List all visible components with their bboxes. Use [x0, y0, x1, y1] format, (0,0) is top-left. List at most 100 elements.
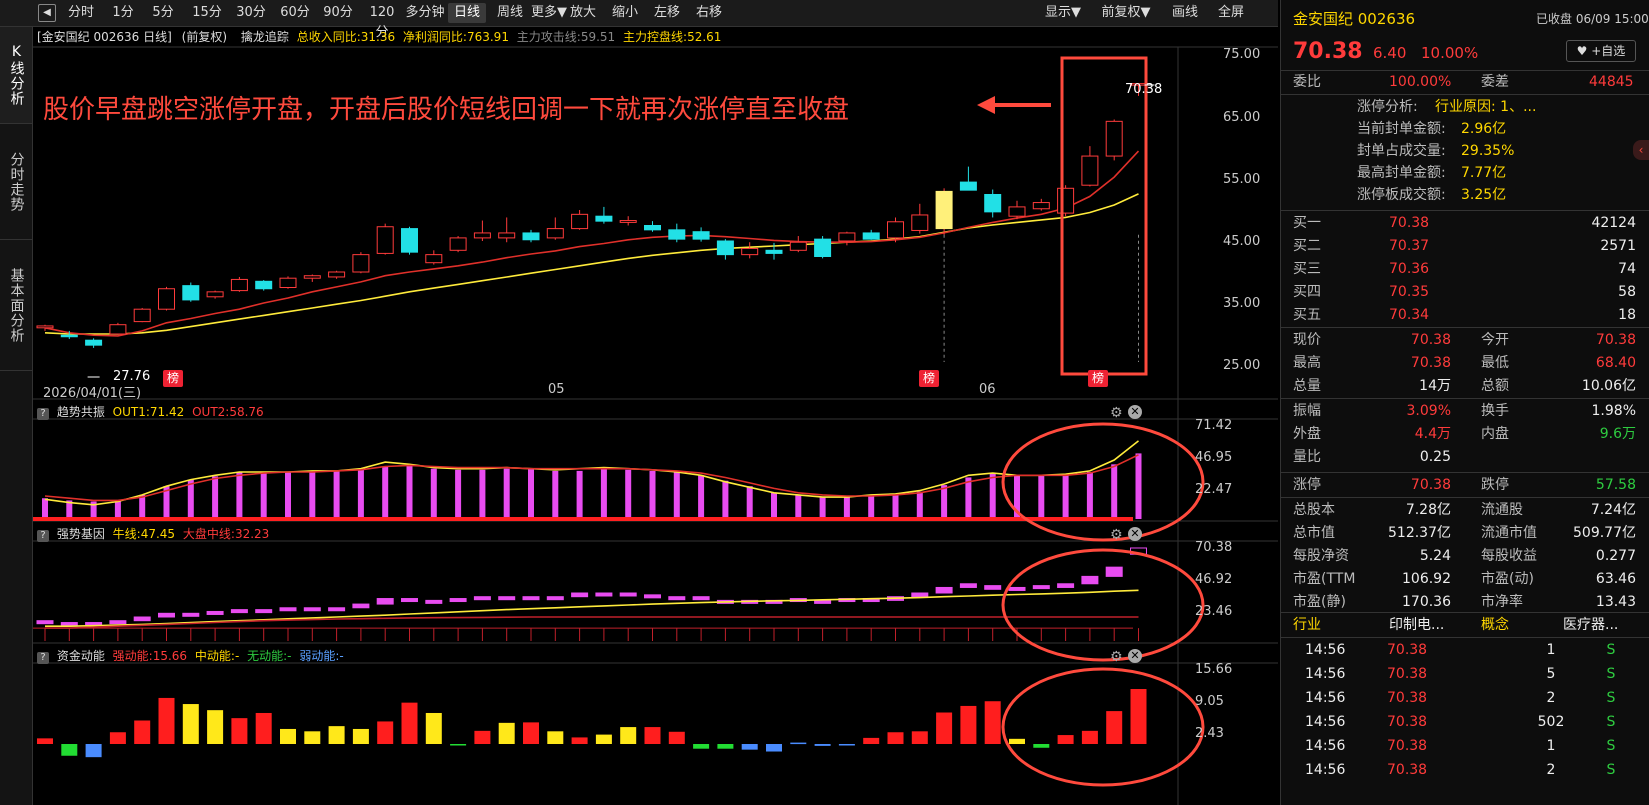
seal-amount-label: 当前封单金额: [1357, 121, 1446, 137]
seal-ratio-value: 29.35% [1461, 143, 1515, 159]
rank-badge[interactable]: 榜 [919, 370, 939, 387]
x-date-label: 05 [548, 382, 565, 397]
quote-value: 7.24亿 [1590, 502, 1636, 518]
period-button[interactable]: 5分 [146, 3, 180, 23]
sub1-out2-line [44, 454, 1139, 502]
period-button[interactable]: 更多▼ [530, 3, 568, 23]
zoom-out-button[interactable]: 缩小 [608, 3, 642, 23]
sub3-bar [717, 744, 734, 749]
ma-red-line [44, 150, 1140, 337]
candle-body [935, 190, 953, 230]
candle-body [206, 291, 224, 298]
candle-body [401, 228, 418, 253]
period-button[interactable]: 日线 [448, 3, 486, 23]
period-button[interactable]: 60分 [276, 3, 314, 23]
sub2-candle [328, 607, 346, 612]
period-button[interactable]: 15分 [188, 3, 226, 23]
tab-fundamental[interactable]: 基本面分析 [0, 240, 32, 371]
candle-body [376, 226, 394, 254]
fullscreen-button[interactable]: 全屏 [1214, 3, 1248, 23]
settings-icon[interactable]: ⚙ [1110, 405, 1123, 421]
sub2-y-tick: 46.92 [1195, 572, 1233, 587]
sub3-bar [814, 744, 831, 746]
collapse-arrow-icon[interactable]: ‹ [1633, 140, 1649, 160]
bid-volume: 74 [1618, 261, 1636, 277]
help-icon[interactable]: ? [37, 408, 49, 420]
y-tick: 25.00 [1223, 358, 1261, 373]
sub2-candle [1057, 583, 1075, 588]
limit-analysis-value[interactable]: 行业原因: 1、... [1435, 96, 1536, 118]
candle-body [1105, 120, 1123, 157]
tab-intraday[interactable]: 分时走势 [0, 124, 32, 240]
weibi-value: 100.00% [1389, 74, 1452, 90]
add-watchlist-button[interactable]: ♥ +自选 [1566, 40, 1636, 62]
close-icon[interactable]: ✕ [1128, 527, 1142, 541]
sub3-bar [450, 744, 467, 746]
sub2-candle [230, 609, 248, 614]
help-icon[interactable]: ? [37, 530, 49, 542]
quote-value: 68.40 [1595, 355, 1636, 371]
close-icon[interactable]: ✕ [1128, 405, 1142, 419]
sub3-bar [401, 702, 418, 744]
tick-time: 14:56 [1305, 642, 1346, 658]
industry-value[interactable]: 印制电... [1389, 614, 1444, 636]
help-icon[interactable]: ? [37, 652, 49, 664]
adjust-dropdown[interactable]: 前复权▼ [1098, 3, 1154, 23]
quote-label: 量比 [1293, 449, 1321, 465]
candle-body [984, 194, 1002, 213]
sub3-bar [498, 722, 515, 744]
sub2-candle [109, 620, 127, 625]
kline-chart-area[interactable]: [金安国纪 002636 日线] (前复权) 擒龙追踪 总收入同比:31.36 … [33, 27, 1278, 805]
y-tick: 35.00 [1223, 296, 1261, 311]
move-right-button[interactable]: 右移 [692, 3, 726, 23]
period-button[interactable]: 90分 [320, 3, 356, 23]
sub3-bar [109, 732, 126, 744]
sub3-bar [1130, 689, 1147, 744]
sub1-bar [625, 469, 632, 519]
tick-time: 14:56 [1305, 666, 1346, 682]
sub3-title: ? 资金动能 强动能:15.66 中动能:- 无动能:- 弱动能:- [33, 647, 344, 665]
sub2-candle [692, 596, 710, 601]
sub1-bar [552, 470, 559, 519]
period-button[interactable]: 分时 [62, 3, 100, 23]
sub1-bar [1086, 471, 1093, 519]
candle-body [741, 247, 759, 256]
candle-body [644, 225, 661, 231]
draw-button[interactable]: 画线 [1168, 3, 1202, 23]
period-button[interactable]: 周线 [492, 3, 528, 23]
quote-value: 170.36 [1402, 594, 1451, 610]
quote-value: 7.28亿 [1405, 502, 1451, 518]
sub2-bull: 牛线:47.45 [112, 527, 176, 541]
concept-value[interactable]: 医疗器... [1563, 614, 1618, 636]
period-button[interactable]: 多分钟 [404, 3, 446, 23]
rank-badge[interactable]: 榜 [163, 370, 183, 387]
quote-value: 3.09% [1406, 403, 1451, 419]
sub1-bar [746, 486, 753, 519]
candle-body [352, 254, 370, 273]
period-button[interactable]: 1分 [106, 3, 140, 23]
move-left-button[interactable]: 左移 [650, 3, 684, 23]
period-button[interactable]: 30分 [232, 3, 270, 23]
toolbar: ◀ 分时 1分 5分 15分 30分 60分 90分 120分 多分钟 日线 周线 更多▼ 放大 缩小… [0, 0, 1278, 40]
left-tab-bar: K线分析 分时走势 基本面分析 [0, 27, 33, 805]
sub3-bar [911, 731, 928, 744]
sub1-bar [382, 466, 389, 519]
panel-toggle-icon[interactable]: ◀ [38, 4, 56, 22]
period-button[interactable]: 120分 [364, 3, 400, 40]
sub2-candle [352, 603, 370, 609]
candle-body [230, 278, 248, 292]
sub3-bar [425, 712, 442, 744]
sub3-bar [182, 704, 199, 744]
sub1-bar [309, 470, 316, 519]
sub3-bar [134, 720, 151, 744]
tab-kline-analysis[interactable]: K线分析 [0, 27, 32, 124]
sub1-y-tick: 71.42 [1195, 418, 1233, 433]
close-icon[interactable]: ✕ [1128, 649, 1142, 663]
sub1-bar [430, 468, 437, 519]
rank-badge[interactable]: 榜 [1088, 370, 1108, 387]
settings-icon[interactable]: ⚙ [1110, 649, 1123, 665]
zoom-in-button[interactable]: 放大 [566, 3, 600, 23]
tick-volume: 2 [1546, 690, 1556, 706]
display-dropdown[interactable]: 显示▼ [1040, 3, 1086, 23]
settings-icon[interactable]: ⚙ [1110, 527, 1123, 543]
